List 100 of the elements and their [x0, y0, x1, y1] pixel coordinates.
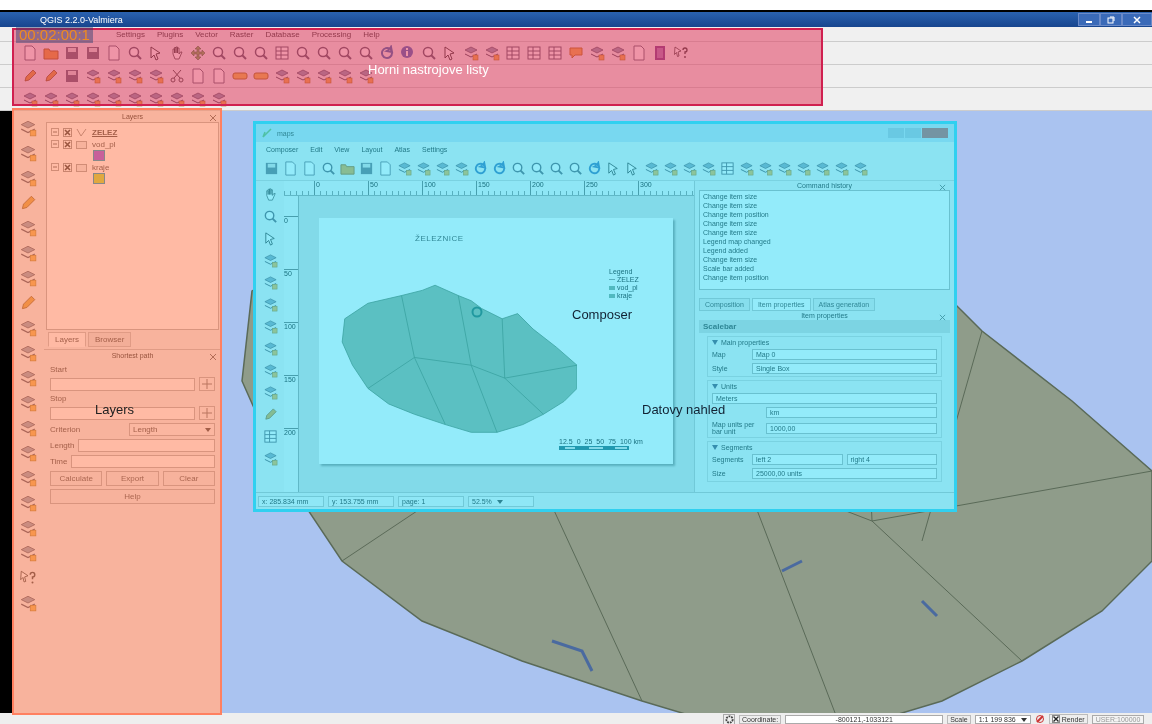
move-icon[interactable] [190, 45, 206, 61]
save-icon[interactable] [85, 45, 101, 61]
zoom-icon[interactable] [421, 45, 437, 61]
maximize-button[interactable] [1100, 13, 1122, 26]
layer-name[interactable]: ZELEZ [91, 127, 119, 137]
layer-icon[interactable] [796, 160, 811, 176]
zoom-icon[interactable] [321, 160, 336, 176]
layer-icon[interactable] [262, 319, 278, 334]
layer-icon[interactable] [262, 341, 278, 356]
pencil-icon[interactable] [22, 68, 38, 84]
action-button[interactable]: Export [106, 471, 159, 486]
layer-icon[interactable] [682, 160, 697, 176]
book-icon[interactable] [652, 45, 668, 61]
menu-item[interactable]: Help [363, 29, 380, 39]
document-icon[interactable] [22, 45, 38, 61]
layer-icon[interactable] [85, 68, 101, 84]
minimize-button[interactable] [1078, 13, 1100, 26]
layer-icon[interactable] [19, 469, 37, 487]
refresh-icon[interactable] [473, 160, 488, 176]
layer-icon[interactable] [211, 91, 227, 107]
layer-icon[interactable] [610, 45, 626, 61]
layer-icon[interactable] [19, 344, 37, 362]
table-icon[interactable] [720, 160, 735, 176]
folder-icon[interactable] [43, 45, 59, 61]
zoom-icon[interactable] [358, 45, 374, 61]
layer-icon[interactable] [739, 160, 754, 176]
stop-field[interactable] [50, 406, 195, 420]
cursor-icon[interactable] [625, 160, 640, 176]
hand-icon[interactable] [169, 45, 185, 61]
save-icon[interactable] [264, 160, 279, 176]
collapse-arrow-icon[interactable] [712, 445, 718, 450]
menu-item[interactable]: Plugins [156, 29, 184, 39]
zoom-icon[interactable] [549, 160, 564, 176]
layer-icon[interactable] [19, 169, 37, 187]
menu-item[interactable]: Database [265, 29, 300, 39]
collapse-icon[interactable] [51, 128, 59, 136]
length-field[interactable] [78, 439, 215, 452]
layer-checkbox[interactable] [63, 139, 72, 149]
scissors-icon[interactable] [169, 68, 185, 84]
layer-icon[interactable] [295, 68, 311, 84]
zoom-icon[interactable] [232, 45, 248, 61]
zoom-icon[interactable] [568, 160, 583, 176]
layer-icon[interactable] [106, 68, 122, 84]
pencil-icon[interactable] [43, 68, 59, 84]
layer-icon[interactable] [834, 160, 849, 176]
layer-icon[interactable] [148, 68, 164, 84]
layer-icon[interactable] [127, 68, 143, 84]
layer-icon[interactable] [589, 45, 605, 61]
cursor-icon[interactable] [606, 160, 621, 176]
layer-icon[interactable] [416, 160, 431, 176]
pencil-icon[interactable] [19, 194, 37, 212]
cursor-icon[interactable] [262, 231, 278, 246]
zoom-icon[interactable] [211, 45, 227, 61]
table-icon[interactable] [547, 45, 563, 61]
layer-icon[interactable] [19, 544, 37, 562]
layer-icon[interactable] [262, 363, 278, 378]
layer-icon[interactable] [43, 91, 59, 107]
action-button[interactable]: Calculate [50, 471, 103, 486]
layer-icon[interactable] [484, 45, 500, 61]
zoom-icon[interactable] [337, 45, 353, 61]
close-button[interactable] [1122, 13, 1152, 26]
save-icon[interactable] [64, 45, 80, 61]
layer-icon[interactable] [644, 160, 659, 176]
layer-icon[interactable] [435, 160, 450, 176]
layer-icon[interactable] [262, 275, 278, 290]
layer-icon[interactable] [758, 160, 773, 176]
zoom-icon[interactable] [262, 209, 278, 224]
layer-icon[interactable] [19, 444, 37, 462]
layer-icon[interactable] [19, 394, 37, 412]
document-icon[interactable] [106, 45, 122, 61]
speech-bubble-icon[interactable] [568, 45, 584, 61]
help-button[interactable]: Help [50, 489, 215, 504]
layer-icon[interactable] [19, 219, 37, 237]
layer-icon[interactable] [85, 91, 101, 107]
save-icon[interactable] [359, 160, 374, 176]
zoom-icon[interactable] [127, 45, 143, 61]
layer-icon[interactable] [337, 68, 353, 84]
table-icon[interactable] [526, 45, 542, 61]
document-icon[interactable] [631, 45, 647, 61]
layer-icon[interactable] [262, 297, 278, 312]
layer-icon[interactable] [777, 160, 792, 176]
refresh-icon[interactable] [492, 160, 507, 176]
layer-icon[interactable] [148, 91, 164, 107]
pencil-icon[interactable] [19, 294, 37, 312]
layer-icon[interactable] [19, 419, 37, 437]
layer-name[interactable]: vod_pl [91, 139, 117, 149]
menu-item[interactable]: Settings [116, 29, 145, 39]
layer-icon[interactable] [106, 91, 122, 107]
messages-button[interactable] [723, 713, 735, 724]
render-checkbox[interactable] [1051, 715, 1060, 723]
layer-icon[interactable] [19, 594, 37, 612]
layer-name[interactable]: kraje [91, 162, 111, 172]
layer-icon[interactable] [19, 519, 37, 537]
document-icon[interactable] [378, 160, 393, 176]
layer-icon[interactable] [169, 91, 185, 107]
layer-checkbox[interactable] [63, 127, 72, 137]
pick-point-button[interactable] [199, 406, 215, 420]
collapse-icon[interactable] [51, 140, 59, 148]
collapse-arrow-icon[interactable] [712, 384, 718, 389]
pick-point-button[interactable] [199, 377, 215, 391]
